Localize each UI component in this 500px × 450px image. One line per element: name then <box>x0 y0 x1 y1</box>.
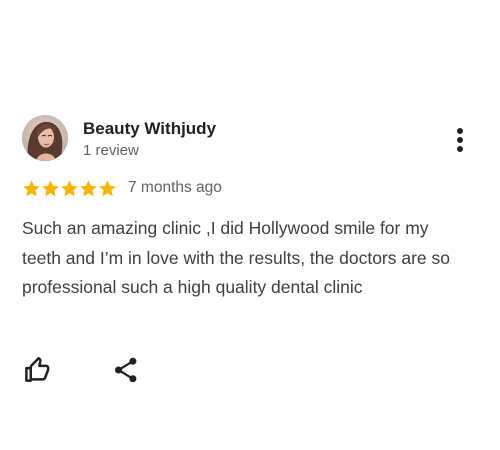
star-icon <box>23 179 40 196</box>
author-name[interactable]: Beauty Withjudy <box>83 119 216 139</box>
avatar[interactable] <box>22 115 68 161</box>
star-icon <box>42 179 59 196</box>
star-icon <box>99 179 116 196</box>
thumbs-up-icon <box>25 357 50 382</box>
review-text: Such an amazing clinic ,I did Hollywood … <box>22 218 450 297</box>
more-vertical-icon-dot <box>457 146 463 152</box>
star-icon <box>80 179 97 196</box>
more-options-button[interactable] <box>448 124 472 156</box>
star-rating <box>22 179 117 198</box>
share-button[interactable] <box>111 355 141 385</box>
more-vertical-icon-dot <box>457 137 463 143</box>
rating-row: 7 months ago <box>22 177 222 199</box>
share-icon <box>115 357 137 383</box>
review-card: Beauty Withjudy 1 review 7 months ago Su… <box>0 0 500 450</box>
star-icon <box>61 179 78 196</box>
review-date: 7 months ago <box>128 179 222 196</box>
author-review-count: 1 review <box>83 142 139 159</box>
like-button[interactable] <box>22 355 52 385</box>
avatar-image <box>22 115 68 161</box>
more-vertical-icon <box>457 128 463 134</box>
